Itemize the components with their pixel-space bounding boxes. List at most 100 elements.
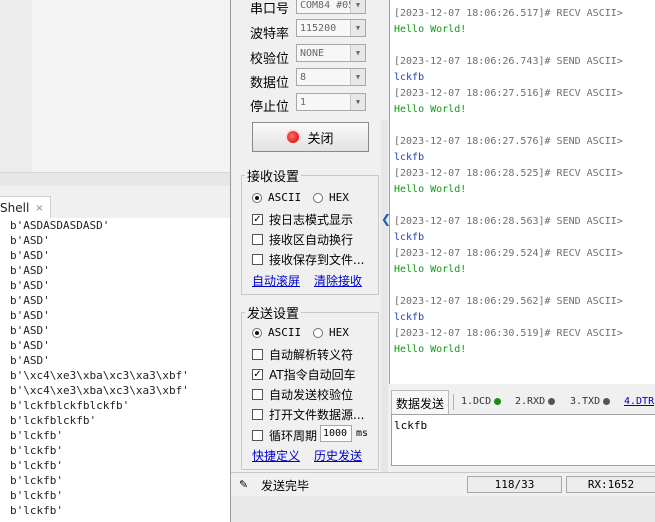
shell-line: b'ASD' <box>10 339 50 352</box>
recv-option-label: 接收保存到文件... <box>269 253 365 267</box>
send-option-cycle[interactable]: 循环周期 <box>252 427 317 444</box>
receive-line: lckfb <box>394 72 425 83</box>
port-label: 串口号 <box>250 2 290 17</box>
panel-splitter[interactable] <box>381 120 388 520</box>
databits-label: 数据位 <box>250 76 290 91</box>
chevron-down-icon: ▼ <box>350 45 365 61</box>
recv-option-save-file[interactable]: 接收保存到文件... <box>252 251 364 268</box>
checkbox-icon <box>252 389 263 400</box>
shell-line: b'ASDASDASDASD' <box>10 219 110 232</box>
recv-option-label: 按日志模式显示 <box>269 213 354 227</box>
shell-line: b'ASD' <box>10 354 50 367</box>
shell-line: b'ASD' <box>10 324 50 337</box>
quick-define-link[interactable]: 快捷定义 <box>252 447 300 464</box>
receive-line: [2023-12-07 18:06:28.563]# SEND ASCII> <box>394 216 623 227</box>
baud-select[interactable]: 115200 ▼ <box>296 19 366 37</box>
parity-value: NONE <box>300 47 325 59</box>
stopbits-value: 1 <box>300 96 307 108</box>
send-option-file-source[interactable]: 打开文件数据源... <box>252 406 364 423</box>
recv-ascii-radio[interactable]: ASCII <box>252 191 301 204</box>
receive-line: lckfb <box>394 152 425 163</box>
receive-line: Hello World! <box>394 184 467 195</box>
send-ascii-label: ASCII <box>268 326 302 339</box>
send-ascii-radio[interactable]: ASCII <box>252 326 301 339</box>
divider <box>453 394 454 410</box>
shell-output[interactable]: b'ASDASDASDASD' b'ASD' b'ASD' b'ASD' b'ASD' b… <box>0 218 230 522</box>
dcd-status-icon <box>494 398 502 405</box>
shell-line: b'lckfb' <box>10 444 63 457</box>
chevron-down-icon: ▼ <box>350 20 365 36</box>
receive-area[interactable]: [2023-12-07 18:06:26.517]# RECV ASCII> He… <box>389 0 655 384</box>
send-option-label: AT指令自动回车 <box>269 368 356 382</box>
auto-scroll-link[interactable]: 自动滚屏 <box>252 272 300 289</box>
receive-line: [2023-12-07 18:06:26.743]# SEND ASCII> <box>394 56 623 67</box>
serial-assistant-window: 串口号 COM84 #05 ▼ 波特率 115200 ▼ 校验位 NONE ▼ … <box>230 0 655 522</box>
chevron-down-icon: ▼ <box>350 0 365 13</box>
databits-select[interactable]: 8 ▼ <box>296 68 366 86</box>
checkbox-icon <box>252 349 263 360</box>
shell-line: b'lckfb' <box>10 474 63 487</box>
shell-line: b'ASD' <box>10 309 50 322</box>
chevron-down-icon: ▼ <box>350 94 365 110</box>
clear-recv-link[interactable]: 清除接收 <box>314 272 362 289</box>
close-icon[interactable]: × <box>35 203 43 214</box>
send-input[interactable]: lckfb <box>391 414 655 466</box>
databits-value: 8 <box>300 71 307 83</box>
rxd-indicator: 2.RXD <box>515 396 556 407</box>
stopbits-select[interactable]: 1 ▼ <box>296 93 366 111</box>
cycle-input[interactable]: 1000 <box>320 425 352 442</box>
port-select[interactable]: COM84 #05 ▼ <box>296 0 366 14</box>
shell-line: b'ASD' <box>10 279 50 292</box>
rx-box: RX:1652 <box>566 476 655 493</box>
receive-line: [2023-12-07 18:06:29.524]# RECV ASCII> <box>394 248 623 259</box>
receive-line: Hello World! <box>394 264 467 275</box>
tab-data-send[interactable]: 数据发送 <box>391 390 450 415</box>
recv-ascii-label: ASCII <box>268 191 302 204</box>
checkbox-icon <box>252 430 263 441</box>
recv-option-log-mode[interactable]: ✓ 按日志模式显示 <box>252 211 353 228</box>
receive-line: [2023-12-07 18:06:26.517]# RECV ASCII> <box>394 8 623 19</box>
txd-label: 3.TXD <box>570 396 601 407</box>
status-message: 发送完毕 <box>261 479 310 493</box>
shell-line: b'ASD' <box>10 294 50 307</box>
checkbox-icon <box>252 254 263 265</box>
recv-hex-label: HEX <box>329 191 349 204</box>
tab-shell[interactable]: Shell × <box>0 196 51 219</box>
shell-line: b'lckfb' <box>10 504 63 517</box>
cycle-value: 1000 <box>323 428 348 439</box>
close-port-button[interactable]: 关闭 <box>252 122 369 152</box>
send-option-escape[interactable]: 自动解析转义符 <box>252 346 353 363</box>
send-option-at-cr[interactable]: ✓ AT指令自动回车 <box>252 366 356 383</box>
recv-option-autowrap[interactable]: 接收区自动换行 <box>252 231 353 248</box>
shell-line: b'lckfb' <box>10 489 63 502</box>
editor-area <box>32 0 230 172</box>
recv-option-label: 接收区自动换行 <box>269 233 354 247</box>
radio-selected-icon <box>252 327 262 338</box>
send-hex-label: HEX <box>329 326 349 339</box>
shell-line: b'ASD' <box>10 264 50 277</box>
bottom-strip <box>231 496 655 522</box>
send-option-label: 自动发送校验位 <box>269 388 354 402</box>
counter-value: 118/33 <box>494 478 535 491</box>
radio-icon <box>313 192 323 203</box>
baud-value: 115200 <box>300 22 337 34</box>
parity-select[interactable]: NONE ▼ <box>296 44 366 62</box>
cycle-unit: ms <box>356 428 369 439</box>
shell-line: b'\xc4\xe3\xba\xc3\xa3\xbf' <box>10 384 189 397</box>
shell-line: b'lckfblckfblckfb' <box>10 399 130 412</box>
send-option-checksum[interactable]: 自动发送校验位 <box>252 386 353 403</box>
shell-line: b'lckfb' <box>10 429 63 442</box>
shell-line: b'lckfb' <box>10 459 63 472</box>
send-history-link[interactable]: 历史发送 <box>314 447 362 464</box>
receive-line: [2023-12-07 18:06:27.516]# RECV ASCII> <box>394 88 623 99</box>
send-settings-title: 发送设置 <box>245 303 302 322</box>
send-tab-bar: 数据发送 1.DCD 2.RXD 3.TXD 4.DTR <box>389 390 655 415</box>
dtr-toggle[interactable]: 4.DTR <box>624 396 654 407</box>
parity-label: 校验位 <box>250 52 290 67</box>
panel-divider[interactable] <box>0 172 230 187</box>
rxd-status-icon <box>548 398 556 405</box>
radio-icon <box>313 327 323 338</box>
dcd-label: 1.DCD <box>461 396 492 407</box>
recv-hex-radio[interactable]: HEX <box>313 191 349 204</box>
send-hex-radio[interactable]: HEX <box>313 326 349 339</box>
